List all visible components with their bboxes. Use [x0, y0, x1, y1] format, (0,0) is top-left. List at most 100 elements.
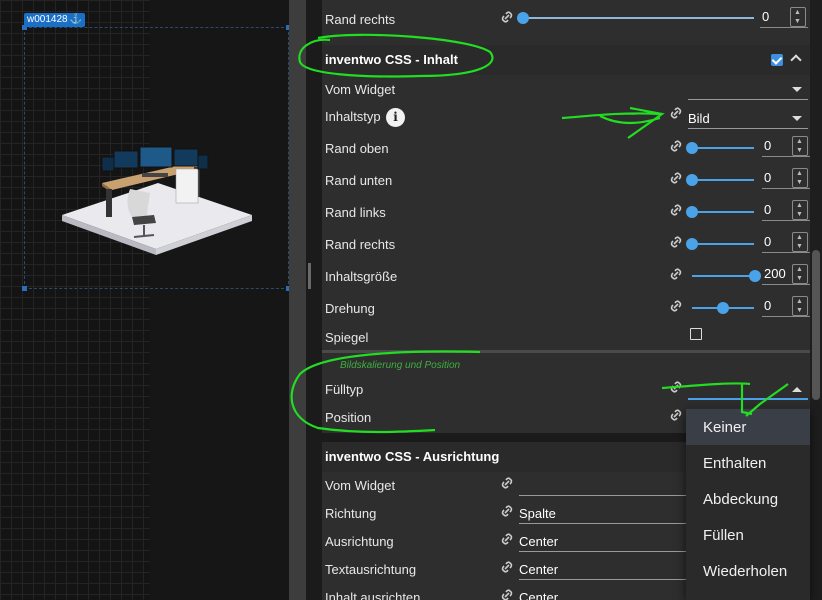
chevron-up-icon: [792, 387, 802, 392]
slider-thumb[interactable]: [686, 142, 698, 154]
spinner-buttons[interactable]: ▲ ▼: [792, 264, 808, 284]
row-label: Inhalt ausrichten: [325, 590, 421, 600]
row-label: Drehung: [325, 301, 375, 316]
row-label: Rand oben: [325, 141, 389, 156]
link-icon[interactable]: [669, 139, 683, 153]
link-icon[interactable]: [669, 235, 683, 249]
spinner-buttons[interactable]: ▲ ▼: [790, 7, 806, 27]
slider-prev-rand-rechts[interactable]: [522, 17, 754, 19]
row-label: Fülltyp: [325, 382, 364, 397]
dropdown-option-keiner[interactable]: Keiner: [686, 409, 810, 445]
row-inhaltsgroesse: Inhaltsgröße: [322, 261, 810, 293]
row-label: Inhaltstyp: [325, 109, 381, 124]
row-label: Rand unten: [325, 173, 393, 188]
select-ausr-vom-widget[interactable]: [519, 474, 687, 496]
slider-thumb[interactable]: [517, 12, 529, 24]
number-input-rand-unten[interactable]: 0 ▲ ▼: [762, 167, 810, 189]
row-label: Textausrichtung: [325, 562, 417, 577]
select-richtung[interactable]: Spalte: [519, 502, 687, 524]
spinner-buttons[interactable]: ▲ ▼: [792, 200, 808, 220]
dropdown-option-enthalten[interactable]: Enthalten: [686, 445, 810, 481]
row-prev-rand-rechts: Rand rechts: [322, 4, 810, 36]
number-input-rand-oben[interactable]: 0 ▲ ▼: [762, 135, 810, 157]
link-icon[interactable]: [500, 588, 514, 600]
select-fuelltyp[interactable]: [688, 378, 808, 400]
slider-thumb[interactable]: [749, 270, 761, 282]
spinner-buttons[interactable]: ▲ ▼: [792, 136, 808, 156]
subgroup-title: Bildskalierung und Position: [340, 360, 461, 371]
row-rand-links: Rand links: [322, 197, 810, 229]
link-icon[interactable]: [669, 380, 683, 394]
row-label: Rand rechts: [325, 12, 396, 27]
group-divider: [322, 350, 810, 353]
select-vom-widget[interactable]: [688, 78, 808, 100]
row-label: Position: [325, 410, 372, 425]
slider-rand-oben[interactable]: [692, 147, 754, 149]
link-icon[interactable]: [500, 504, 514, 518]
spinner-buttons[interactable]: ▲ ▼: [792, 168, 808, 188]
widget-id-badge[interactable]: w001428 ⚓: [24, 13, 86, 27]
row-label: Vom Widget: [325, 82, 396, 97]
fuelltyp-dropdown-menu: Keiner Enthalten Abdeckung Füllen Wieder…: [686, 407, 810, 600]
row-drehung: Drehung: [322, 293, 810, 325]
slider-thumb[interactable]: [686, 206, 698, 218]
scrollbar-thumb[interactable]: [812, 250, 820, 400]
spinner-buttons[interactable]: ▲ ▼: [792, 232, 808, 252]
slider-thumb[interactable]: [686, 238, 698, 250]
slider-thumb[interactable]: [717, 302, 729, 314]
number-input-rand-rechts[interactable]: 0 ▲ ▼: [762, 231, 810, 253]
select-textausrichtung[interactable]: Center: [519, 558, 687, 580]
link-icon[interactable]: [500, 10, 514, 24]
splitter-grip[interactable]: [308, 263, 311, 289]
section-title: inventwo CSS - Inhalt: [325, 52, 458, 67]
number-input-drehung[interactable]: 0 ▲ ▼: [762, 295, 810, 317]
slider-inhaltsgroesse[interactable]: [692, 275, 754, 277]
spinner-buttons[interactable]: ▲ ▼: [792, 296, 808, 316]
row-rand-rechts: Rand rechts: [322, 229, 810, 261]
panel-gutter: [306, 0, 322, 600]
dropdown-option-abdeckung[interactable]: Abdeckung: [686, 481, 810, 517]
link-icon[interactable]: [669, 203, 683, 217]
editor-root: w001428 ⚓ Rand rechts 0 ▲ ▼ inventwo CSS…: [0, 0, 822, 600]
editor-canvas[interactable]: w001428 ⚓: [0, 0, 291, 600]
link-icon[interactable]: [500, 476, 514, 490]
spiegel-checkbox[interactable]: [690, 328, 702, 340]
info-icon[interactable]: i: [386, 108, 405, 127]
section-title: inventwo CSS - Ausrichtung: [325, 449, 500, 464]
link-icon[interactable]: [500, 532, 514, 546]
number-input-rand-links[interactable]: 0 ▲ ▼: [762, 199, 810, 221]
chevron-down-icon: [792, 116, 802, 121]
link-icon[interactable]: [669, 408, 683, 422]
number-input-inhaltsgroesse[interactable]: 200 ▲ ▼: [762, 263, 810, 285]
row-label: Spiegel: [325, 330, 369, 345]
link-icon[interactable]: [669, 171, 683, 185]
slider-rand-unten[interactable]: [692, 179, 754, 181]
panel-scrollbar[interactable]: [810, 0, 822, 600]
anchor-icon: ⚓: [69, 14, 83, 25]
section-header-inhalt[interactable]: inventwo CSS - Inhalt: [322, 45, 810, 75]
select-inhalt-ausrichten[interactable]: Center: [519, 586, 687, 600]
select-inhaltstyp[interactable]: Bild: [688, 107, 808, 129]
resize-handle-bl[interactable]: [22, 286, 27, 291]
select-ausrichtung[interactable]: Center: [519, 530, 687, 552]
slider-rand-links[interactable]: [692, 211, 754, 213]
row-label: Vom Widget: [325, 478, 396, 493]
row-rand-oben: Rand oben: [322, 133, 810, 165]
panel-splitter[interactable]: [289, 0, 306, 600]
row-label: Rand links: [325, 205, 386, 220]
row-rand-unten: Rand unten: [322, 165, 810, 197]
dropdown-option-fuellen[interactable]: Füllen: [686, 517, 810, 553]
slider-rand-rechts[interactable]: [692, 243, 754, 245]
link-icon[interactable]: [669, 267, 683, 281]
dropdown-option-wiederholen[interactable]: Wiederholen: [686, 553, 810, 589]
row-label: Rand rechts: [325, 237, 396, 252]
section-enabled-checkbox[interactable]: [771, 54, 783, 66]
desk-workstation-image: [62, 146, 252, 255]
number-input-prev-rand-rechts[interactable]: 0 ▲ ▼: [760, 6, 808, 28]
slider-thumb[interactable]: [686, 174, 698, 186]
link-icon[interactable]: [669, 106, 683, 120]
chevron-down-icon: [792, 87, 802, 92]
link-icon[interactable]: [669, 299, 683, 313]
link-icon[interactable]: [500, 560, 514, 574]
row-label: Inhaltsgröße: [325, 269, 398, 284]
